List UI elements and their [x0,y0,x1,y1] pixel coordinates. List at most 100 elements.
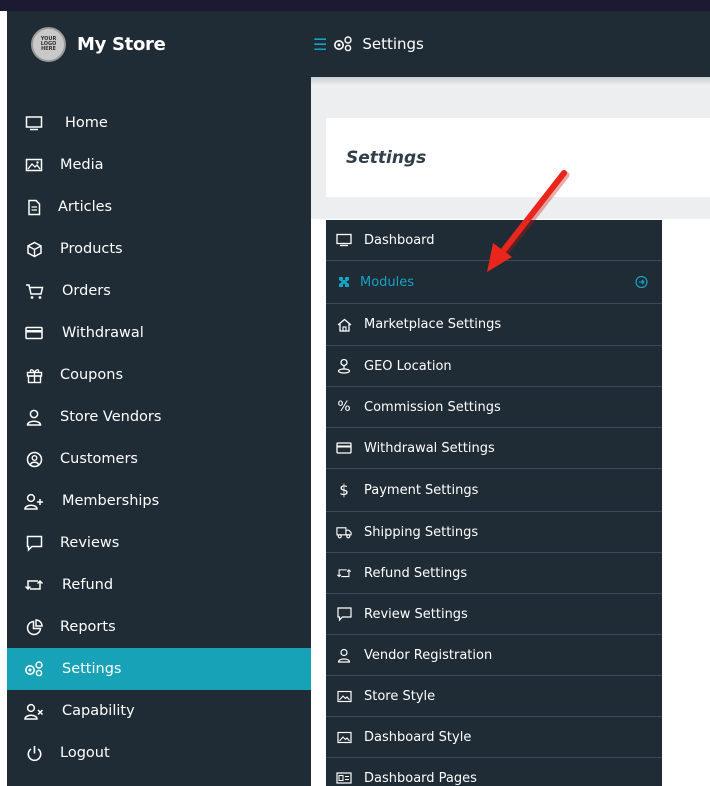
submenu-item-geo-location[interactable]: GEO Location [326,346,662,387]
submenu-item-label: Shipping Settings [364,524,479,540]
submenu-item-review-settings[interactable]: Review Settings [326,594,662,635]
sidebar-item-orders[interactable]: Orders [7,270,311,312]
sidebar-item-label: Settings [62,661,122,677]
home-icon [336,317,352,333]
sidebar-item-store-vendors[interactable]: Store Vendors [7,396,311,438]
submenu-item-label: Marketplace Settings [364,317,502,332]
store-name: My Store [77,33,166,55]
retweet-icon [24,575,44,595]
monitor-icon [336,232,352,248]
sidebar-item-reviews[interactable]: Reviews [7,522,311,564]
submenu-item-vendor-registration[interactable]: Vendor Registration [326,635,662,676]
id-card-icon [336,770,352,786]
sidebar-item-label: Coupons [60,367,124,383]
submenu-item-refund-settings[interactable]: Refund Settings [326,553,662,594]
sidebar-item-label: Memberships [62,493,160,509]
sidebar-item-logout[interactable]: Logout [7,732,311,774]
sidebar-item-label: Products [60,241,123,257]
image-icon [336,688,352,704]
submenu-item-payment-settings[interactable]: $ Payment Settings [326,469,662,512]
sidebar-item-label: Store Vendors [60,409,162,425]
page-title: Settings [346,147,427,168]
window-top-band [0,0,710,11]
gears-icon [24,659,44,679]
arrow-shaft [497,170,567,258]
sidebar-item-label: Refund [62,577,114,593]
sidebar-item-label: Withdrawal [62,325,144,341]
window-left-edge [0,11,7,786]
annotation-arrow [487,170,570,272]
cart-icon [24,281,44,301]
sidebar-item-refund[interactable]: Refund [7,564,311,606]
user-icon [336,647,352,663]
sidebar-item-products[interactable]: Products [7,228,311,270]
sidebar-item-label: Media [60,157,104,173]
truck-icon [336,524,352,540]
percent-icon: % [337,399,351,415]
sidebar-item-label: Home [65,115,108,131]
sidebar-item-coupons[interactable]: Coupons [7,354,311,396]
header-title: Settings [362,35,424,53]
hamburger-menu-icon[interactable]: ☰ [313,35,327,54]
gift-icon [24,365,44,385]
settings-submenu: Dashboard Modules Marketplace Settings G… [326,220,662,786]
submenu-item-label: Review Settings [364,606,468,622]
submenu-item-label: Withdrawal Settings [364,440,495,456]
sidebar-item-reports[interactable]: Reports [7,606,311,648]
submenu-item-label: Dashboard Pages [364,770,477,786]
sidebar-item-label: Reports [60,619,116,635]
power-icon [24,743,44,763]
sidebar-item-label: Capability [62,703,135,719]
sidebar-item-home[interactable]: Home [7,102,311,144]
sidebar-item-articles[interactable]: Articles [7,186,311,228]
submenu-item-label: Vendor Registration [364,647,493,663]
arrow-circle-right-icon [635,275,648,289]
header-shadow [311,77,710,85]
sidebar-item-settings[interactable]: Settings [7,648,311,690]
sidebar-item-capability[interactable]: Capability [7,690,311,732]
submenu-item-label: Store Style [364,688,436,704]
comment-icon [336,606,352,622]
submenu-item-store-style[interactable]: Store Style [326,676,662,717]
submenu-item-label: Modules [360,274,415,290]
submenu-item-marketplace-settings[interactable]: Marketplace Settings [326,304,662,346]
comment-icon [24,533,44,553]
cube-icon [24,239,44,259]
submenu-item-dashboard-style[interactable]: Dashboard Style [326,717,662,758]
submenu-item-label: Refund Settings [364,565,468,581]
image-icon [336,729,352,745]
sidebar-item-label: Orders [62,283,111,299]
user-circle-icon [24,449,44,469]
image-icon [24,155,44,175]
gears-icon [333,36,353,52]
submenu-item-label: Dashboard [364,232,435,248]
brand[interactable]: YOUR LOGO HERE My Store [7,11,311,77]
user-icon [24,407,44,427]
modules-icon [336,274,352,290]
pie-chart-icon [24,617,44,637]
submenu-item-label: Commission Settings [364,399,501,415]
retweet-icon [336,565,352,581]
submenu-item-shipping-settings[interactable]: Shipping Settings [326,512,662,553]
submenu-item-dashboard-pages[interactable]: Dashboard Pages [326,758,662,786]
sidebar-item-customers[interactable]: Customers [7,438,311,480]
main-sidebar: Home Media Articles Products Orders With… [7,77,311,786]
submenu-item-label: Payment Settings [364,482,479,498]
submenu-item-withdrawal-settings[interactable]: Withdrawal Settings [326,428,662,469]
header-title-bar: ☰ Settings [313,11,424,77]
location-icon [336,358,352,374]
sidebar-item-media[interactable]: Media [7,144,311,186]
submenu-item-label: Dashboard Style [364,729,472,745]
sidebar-item-label: Logout [60,745,110,761]
sidebar-item-label: Customers [60,451,138,467]
monitor-icon [24,113,44,133]
credit-card-icon [336,440,352,456]
dollar-icon: $ [339,481,349,499]
store-logo: YOUR LOGO HERE [31,26,66,62]
sidebar-item-withdrawal[interactable]: Withdrawal [7,312,311,354]
submenu-item-commission-settings[interactable]: % Commission Settings [326,387,662,428]
submenu-item-label: GEO Location [364,358,452,374]
sidebar-item-label: Articles [58,199,113,215]
credit-card-icon [24,323,44,343]
sidebar-item-memberships[interactable]: Memberships [7,480,311,522]
